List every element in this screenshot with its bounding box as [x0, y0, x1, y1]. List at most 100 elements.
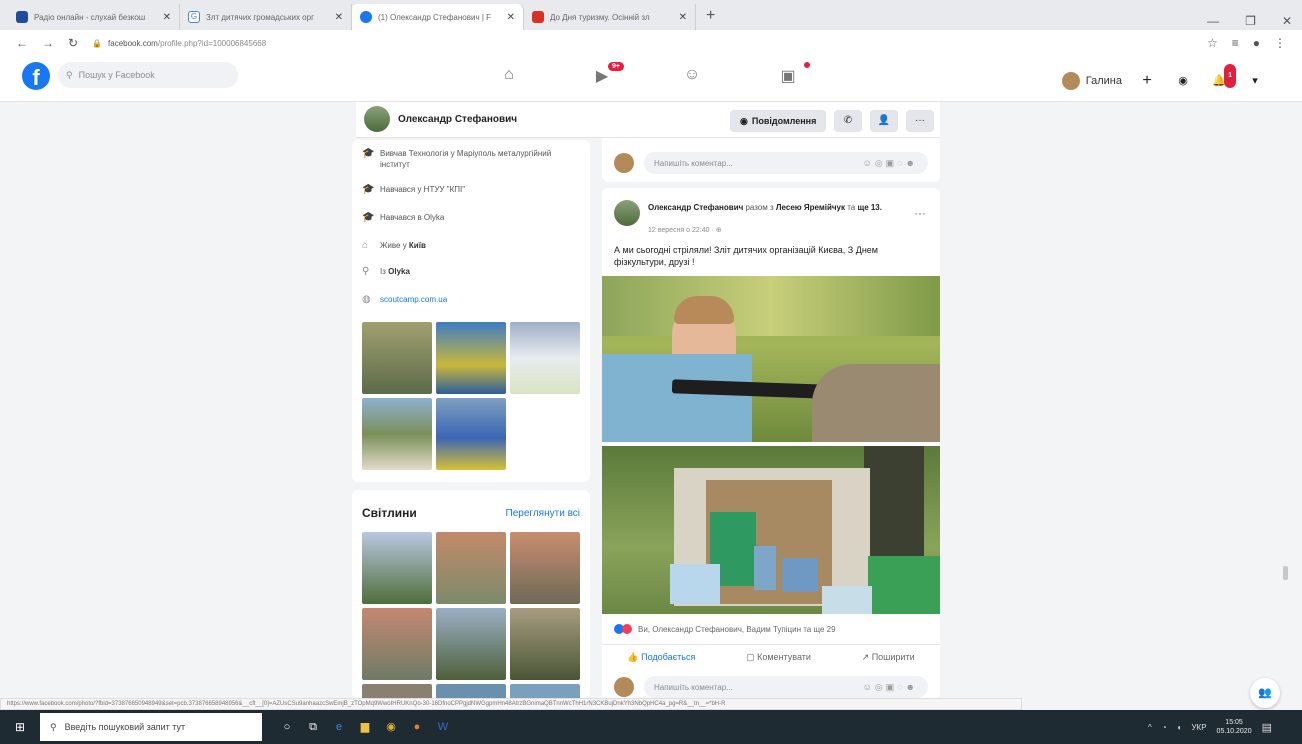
- featured-photo[interactable]: [436, 322, 506, 394]
- photo-thumbnail[interactable]: [362, 608, 432, 680]
- notifications-bell-icon[interactable]: 🔔 1: [1208, 64, 1236, 92]
- intro-education-1: 🎓 Вивчав Технологія у Маріуполь металург…: [362, 148, 582, 170]
- browser-tab-google[interactable]: G Злт дитячих громадських орг ✕: [180, 4, 352, 30]
- reload-icon[interactable]: ↻: [68, 36, 78, 50]
- edge-icon[interactable]: e: [326, 710, 352, 744]
- back-icon[interactable]: ←: [16, 36, 28, 50]
- network-icon[interactable]: ◔: [1162, 723, 1167, 732]
- bookmark-star-icon[interactable]: ☆: [1207, 36, 1218, 50]
- nav-watch-icon[interactable]: ▶ 9+: [590, 62, 624, 90]
- forward-icon[interactable]: →: [42, 36, 54, 50]
- photos-card: Світлини Переглянути всі: [352, 490, 590, 700]
- windows-start-icon[interactable]: ⊞: [0, 710, 40, 744]
- comment-attachments-icons[interactable]: ☺◎▣◌☻: [863, 158, 918, 169]
- task-view-icon[interactable]: ⧉: [300, 710, 326, 744]
- tagged-person-link[interactable]: Лесею Яремійчук: [776, 203, 845, 212]
- chrome-icon[interactable]: ◉: [378, 710, 404, 744]
- featured-photo[interactable]: [362, 322, 432, 394]
- browser-tab-youtube[interactable]: До Дня туризму. Осінній зл ✕: [524, 4, 696, 30]
- taskbar-search-input[interactable]: ⚲ Введіть пошуковий запит тут: [40, 713, 262, 741]
- browser-tab-facebook[interactable]: (1) Олександр Стефанович | F ✕: [352, 4, 524, 30]
- hometown-link[interactable]: Olyka: [388, 267, 410, 276]
- file-explorer-icon[interactable]: ▆: [352, 710, 378, 744]
- new-chat-icon[interactable]: 👥: [1250, 678, 1280, 708]
- profile-name[interactable]: Олександр Стефанович: [398, 114, 517, 125]
- profile-avatar[interactable]: [364, 106, 390, 132]
- tagged-others-link[interactable]: ще 13.: [857, 203, 882, 212]
- comment-input[interactable]: Напишіть коментар... ☺◎▣◌☻: [644, 152, 928, 174]
- photo-thumbnail[interactable]: [510, 608, 580, 680]
- comment-attachments-icons[interactable]: ☺◎▣◌☻: [863, 682, 918, 693]
- more-dots-icon: ···: [915, 115, 925, 126]
- photo-log: [812, 364, 940, 442]
- close-tab-icon[interactable]: ✕: [163, 12, 171, 23]
- input-language[interactable]: УКР: [1191, 723, 1206, 732]
- post-photo-target[interactable]: [602, 446, 940, 614]
- action-center-icon[interactable]: ▤: [1262, 721, 1272, 734]
- featured-photo[interactable]: [436, 398, 506, 470]
- photo-thumbnail[interactable]: [510, 532, 580, 604]
- photo-thumbnail[interactable]: [362, 532, 432, 604]
- post-author-link[interactable]: Олександр Стефанович: [648, 203, 743, 212]
- featured-photo[interactable]: [362, 398, 432, 470]
- status-bar-url: https://www.facebook.com/photo/?fbid=373…: [0, 698, 1022, 710]
- new-tab-button[interactable]: +: [696, 4, 725, 30]
- tray-chevron-icon[interactable]: ^: [1148, 723, 1152, 732]
- taskbar-clock[interactable]: 15:05 05.10.2020: [1217, 718, 1252, 736]
- intro-text: Вивчав Технологія у Маріуполь металургій…: [380, 149, 552, 169]
- featured-photo[interactable]: [510, 322, 580, 394]
- minimize-icon[interactable]: —: [1207, 14, 1219, 28]
- photo-thumbnail[interactable]: [436, 608, 506, 680]
- post-more-options-icon[interactable]: ···: [914, 206, 926, 220]
- user-profile-link[interactable]: Галина: [1061, 72, 1122, 90]
- message-button[interactable]: ◉ Повідомлення: [730, 110, 827, 132]
- browser-menu-icon[interactable]: ⋮: [1274, 36, 1286, 50]
- photo-shirt: [602, 354, 752, 442]
- like-button[interactable]: 👍 Подобається: [627, 652, 695, 663]
- call-button[interactable]: ✆: [834, 110, 862, 132]
- facebook-search-input[interactable]: ⚲ Пошук у Facebook: [58, 62, 238, 88]
- friend-button[interactable]: 👤: [870, 110, 898, 132]
- nav-gaming-icon[interactable]: ▣: [776, 62, 810, 90]
- nav-home-icon[interactable]: ⌂: [497, 66, 521, 90]
- facebook-logo-icon[interactable]: f: [22, 62, 50, 90]
- close-window-icon[interactable]: ✕: [1282, 14, 1292, 28]
- restore-icon[interactable]: ❐: [1245, 14, 1256, 28]
- post-photo-shooting[interactable]: [602, 276, 940, 442]
- more-options-button[interactable]: ···: [906, 110, 934, 132]
- volume-icon[interactable]: ◖: [1177, 723, 1182, 732]
- share-button[interactable]: ↗ Поширити: [862, 652, 915, 663]
- reactions-text: Ви, Олександр Стефанович, Вадим Тупіцин …: [638, 624, 836, 634]
- intro-lives-in: ⌂ Живе у Київ: [362, 240, 582, 251]
- message-button-label: Повідомлення: [751, 116, 817, 126]
- post-author-avatar[interactable]: [614, 200, 640, 226]
- word-icon[interactable]: W: [430, 710, 456, 744]
- close-tab-icon[interactable]: ✕: [335, 12, 343, 23]
- photo-thumbnail[interactable]: [436, 532, 506, 604]
- browser-tab-radio[interactable]: Радіо онлайн - слухай безкош ✕: [8, 4, 180, 30]
- cortana-icon[interactable]: ○: [274, 710, 300, 744]
- see-all-photos-link[interactable]: Переглянути всі: [506, 508, 580, 519]
- comment-input[interactable]: Напишіть коментар... ☺◎▣◌☻: [644, 676, 928, 698]
- close-tab-icon[interactable]: ✕: [507, 12, 515, 23]
- website-link[interactable]: scoutcamp.com.ua: [380, 294, 447, 305]
- person-icon: 👤: [877, 115, 891, 126]
- reading-list-icon[interactable]: ≡: [1232, 36, 1239, 50]
- account-menu-chevron-icon[interactable]: ▾: [1244, 70, 1266, 92]
- user-avatar: [1061, 72, 1080, 90]
- close-tab-icon[interactable]: ✕: [679, 12, 687, 23]
- page-scrollbar-thumb[interactable]: [1283, 566, 1288, 580]
- browser-toolbar-right: ☆ ≡ ● ⋮: [1207, 36, 1286, 50]
- post-timestamp[interactable]: 12 вересня о 22:40 · ⊕: [648, 226, 722, 234]
- url-field[interactable]: 🔒 facebook.com/profile.php?id=1000068456…: [92, 39, 266, 48]
- comment-composer: Напишіть коментар... ☺◎▣◌☻: [614, 676, 928, 698]
- city-link[interactable]: Київ: [409, 241, 426, 250]
- create-plus-icon[interactable]: +: [1136, 70, 1158, 92]
- nav-groups-icon[interactable]: ☺: [680, 66, 704, 90]
- messenger-icon[interactable]: ◉: [1172, 70, 1194, 92]
- post-reactions-summary[interactable]: Ви, Олександр Стефанович, Вадим Тупіцин …: [614, 624, 836, 634]
- profile-icon[interactable]: ●: [1253, 36, 1260, 50]
- comment-button[interactable]: ▢ Коментувати: [746, 652, 811, 663]
- firefox-icon[interactable]: ●: [404, 710, 430, 744]
- graduation-cap-icon: 🎓: [362, 212, 375, 223]
